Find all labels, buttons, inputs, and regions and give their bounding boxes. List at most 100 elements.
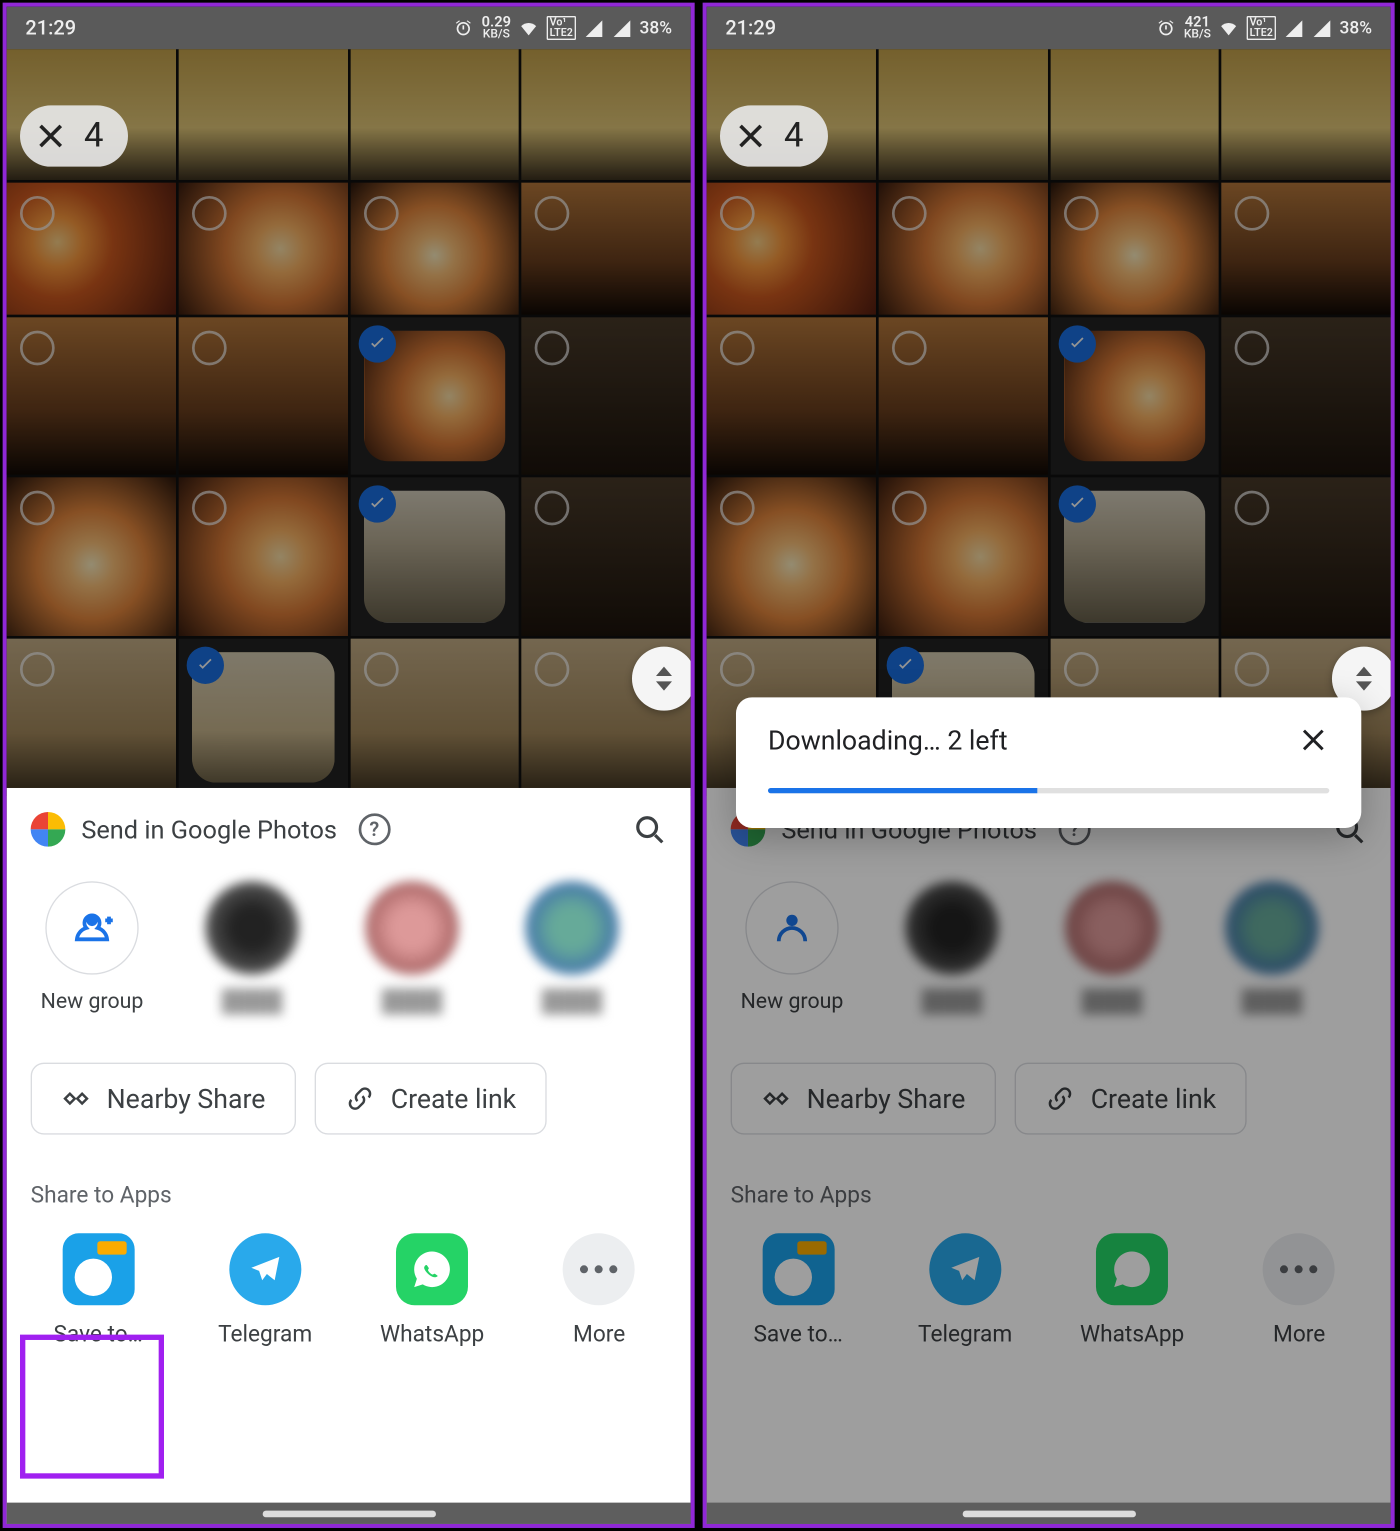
photo-thumb-selected[interactable] <box>350 317 519 475</box>
photo-thumb-selected[interactable] <box>350 478 519 636</box>
nearby-share-label: Nearby Share <box>107 1083 266 1115</box>
check-icon <box>186 646 223 683</box>
photo-thumb[interactable] <box>878 317 1047 475</box>
whatsapp-icon <box>396 1233 468 1305</box>
close-icon[interactable] <box>1297 724 1329 756</box>
alarm-icon <box>1156 18 1176 38</box>
app-whatsapp[interactable]: WhatsApp <box>359 1233 506 1348</box>
photo-thumb-selected[interactable] <box>178 638 347 796</box>
share-sheet: Send in Google Photos ? New group ████ █… <box>7 788 691 1524</box>
app-telegram[interactable]: Telegram <box>192 1233 339 1348</box>
create-link-button[interactable]: Create link <box>315 1063 547 1135</box>
photo-thumb[interactable] <box>522 49 691 180</box>
network-speed: 0.29KB/S <box>482 15 511 42</box>
share-actions-row: Nearby Share Create link <box>7 1025 691 1142</box>
share-sheet-header: Send in Google Photos ? <box>7 788 691 857</box>
status-bar: 21:29 0.29KB/S Vo¹LTE2 38% <box>7 7 691 50</box>
check-icon <box>358 486 395 523</box>
signal-icon-1 <box>1283 18 1303 38</box>
lte-badge-1: Vo¹LTE2 <box>547 16 576 40</box>
share-to-apps-label: Share to Apps <box>7 1143 691 1220</box>
new-group-button[interactable]: New group <box>31 881 154 1013</box>
photo-thumb[interactable] <box>7 478 176 636</box>
photo-thumb[interactable] <box>178 49 347 180</box>
close-icon[interactable] <box>733 119 768 154</box>
link-icon <box>345 1084 374 1113</box>
progress-fill <box>768 788 1037 793</box>
scroll-handle[interactable] <box>632 647 695 711</box>
photo-thumb[interactable] <box>1222 478 1391 636</box>
files-icon <box>62 1233 134 1305</box>
photo-grid[interactable]: 4 <box>7 49 691 796</box>
photo-thumb[interactable] <box>350 183 519 314</box>
battery-text: 38% <box>640 18 672 38</box>
photo-thumb[interactable] <box>878 183 1047 314</box>
photo-thumb[interactable] <box>178 478 347 636</box>
status-bar: 21:29 421KB/S Vo¹LTE2 38% <box>707 7 1391 50</box>
photo-thumb[interactable] <box>878 478 1047 636</box>
photo-thumb[interactable] <box>1222 183 1391 314</box>
photo-thumb[interactable] <box>178 317 347 475</box>
photo-thumb[interactable] <box>1050 183 1219 314</box>
sheet-dim-overlay <box>707 788 1391 1524</box>
photo-grid[interactable]: 4 <box>707 49 1391 796</box>
share-sheet: Send in Google Photos ? New group ████ █… <box>707 788 1391 1524</box>
photo-thumb[interactable] <box>350 638 519 796</box>
photo-thumb[interactable] <box>1050 49 1219 180</box>
share-title: Send in Google Photos <box>81 814 337 845</box>
contacts-row: New group ████ ████ ████ <box>7 857 691 1025</box>
signal-icon-1 <box>584 18 604 38</box>
status-time: 21:29 <box>725 16 776 40</box>
contact-item[interactable]: ████ <box>511 881 634 1014</box>
status-time: 21:29 <box>25 16 76 40</box>
wifi-icon <box>1219 18 1239 38</box>
nav-bar[interactable] <box>707 1503 1391 1524</box>
signal-icon-2 <box>1311 18 1331 38</box>
photo-thumb-selected[interactable] <box>1050 478 1219 636</box>
contact-item[interactable]: ████ <box>191 881 314 1014</box>
photo-thumb[interactable] <box>707 478 876 636</box>
status-right: 421KB/S Vo¹LTE2 38% <box>1156 15 1372 42</box>
photo-thumb[interactable] <box>350 49 519 180</box>
photo-thumb[interactable] <box>7 183 176 314</box>
close-icon[interactable] <box>33 119 68 154</box>
app-more[interactable]: More <box>526 1233 673 1348</box>
download-toast: Downloading… 2 left <box>736 697 1361 828</box>
photo-thumb[interactable] <box>707 183 876 314</box>
nav-bar[interactable] <box>7 1503 691 1524</box>
photo-thumb[interactable] <box>707 317 876 475</box>
photo-thumb[interactable] <box>7 638 176 796</box>
search-icon[interactable] <box>632 812 667 847</box>
toast-message: Downloading… 2 left <box>768 724 1008 756</box>
signal-icon-2 <box>612 18 632 38</box>
screenshot-right: 21:29 421KB/S Vo¹LTE2 38% <box>703 3 1395 1528</box>
alarm-icon <box>454 18 474 38</box>
photo-thumb-selected[interactable] <box>1050 317 1219 475</box>
apps-row: Save to… Telegram WhatsApp More <box>7 1220 691 1348</box>
nearby-share-button[interactable]: Nearby Share <box>31 1063 296 1135</box>
photo-thumb[interactable] <box>1222 317 1391 475</box>
selection-count-pill[interactable]: 4 <box>20 105 127 166</box>
selection-count-pill[interactable]: 4 <box>720 105 827 166</box>
photo-thumb[interactable] <box>178 183 347 314</box>
progress-bar <box>768 788 1329 793</box>
screenshot-left: 21:29 0.29KB/S Vo¹LTE2 38% <box>3 3 695 1528</box>
selection-count: 4 <box>84 116 103 156</box>
help-icon[interactable]: ? <box>358 813 390 845</box>
new-group-icon <box>45 881 138 974</box>
create-link-label: Create link <box>391 1083 516 1115</box>
status-right: 0.29KB/S Vo¹LTE2 38% <box>454 15 672 42</box>
selection-count: 4 <box>784 116 803 156</box>
photo-thumb[interactable] <box>522 478 691 636</box>
new-group-label: New group <box>41 988 144 1013</box>
photo-thumb[interactable] <box>522 317 691 475</box>
lte-badge-1: Vo¹LTE2 <box>1247 16 1276 40</box>
more-icon <box>563 1233 635 1305</box>
contact-item[interactable]: ████ <box>351 881 474 1014</box>
app-save-to-files[interactable]: Save to… <box>25 1233 172 1348</box>
photo-thumb[interactable] <box>7 317 176 475</box>
photo-thumb[interactable] <box>522 183 691 314</box>
photo-thumb[interactable] <box>878 49 1047 180</box>
google-photos-icon <box>31 812 66 847</box>
photo-thumb[interactable] <box>1222 49 1391 180</box>
